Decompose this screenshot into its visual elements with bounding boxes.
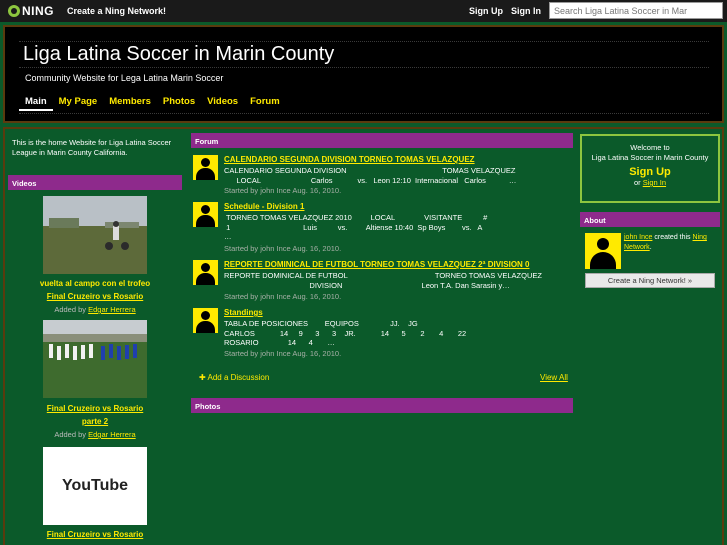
site-header: Liga Latina Soccer in Marin County Commu… xyxy=(3,25,724,123)
search-input[interactable] xyxy=(549,2,723,19)
nav-tab-photos[interactable]: Photos xyxy=(157,92,201,111)
discussion-title[interactable]: REPORTE DOMINICAL DE FUTBOL TORNEO TOMAS… xyxy=(224,260,530,269)
welcome-network-name: Liga Latina Soccer in Marin County xyxy=(591,153,709,162)
video-added-by-2: Added by Edgar Herrera xyxy=(10,430,180,439)
video-title-2-part[interactable]: parte 2 xyxy=(10,417,180,426)
discussion-excerpt: TABLA DE POSICIONES EQUIPOS JJ. JG CARLO… xyxy=(224,319,467,347)
video-title-2[interactable]: Final Cruzeiro vs Rosario xyxy=(10,404,180,413)
plus-icon: ✚ xyxy=(199,373,206,382)
video-title-3[interactable]: Final Cruzeiro vs Rosario xyxy=(10,530,180,539)
discussion-item: Schedule - Division 1 TORNEO TOMAS VELAZ… xyxy=(193,202,573,256)
topbar-sign-in-link[interactable]: Sign In xyxy=(511,6,541,16)
create-ning-network-button[interactable]: Create a Ning Network! » xyxy=(585,273,715,288)
home-intro-text: This is the home Website for Liga Latina… xyxy=(12,138,172,157)
nav-tab-forum[interactable]: Forum xyxy=(244,92,286,111)
user-avatar[interactable] xyxy=(193,260,218,285)
discussion-excerpt: REPORTE DOMINICAL DE FUTBOL TORNEO TOMAS… xyxy=(224,271,542,290)
ning-logo[interactable]: NING xyxy=(8,4,54,18)
welcome-or-sign-in: or Sign In xyxy=(582,178,718,187)
add-discussion-link[interactable]: ✚ Add a Discussion xyxy=(199,373,269,382)
discussion-meta: Started by john Ince Aug. 16, 2010. xyxy=(224,349,342,358)
discussion-title[interactable]: Standings xyxy=(224,308,263,317)
youtube-logo-text: YouTube xyxy=(61,477,129,494)
ning-logo-icon xyxy=(8,5,20,17)
header-divider xyxy=(19,41,709,42)
ning-topbar: NING Create a Ning Network! Sign Up Sign… xyxy=(0,0,727,22)
site-title[interactable]: Liga Latina Soccer in Marin County xyxy=(23,43,334,66)
videos-module-header[interactable]: Videos xyxy=(8,175,182,190)
video-author-link[interactable]: Edgar Herrera xyxy=(88,430,136,439)
photos-module-header[interactable]: Photos xyxy=(191,398,573,413)
discussion-meta: Started by john Ince Aug. 16, 2010. xyxy=(224,186,342,195)
video-author-link[interactable]: Edgar Herrera xyxy=(88,305,136,314)
discussion-excerpt: TORNEO TOMAS VELAZQUEZ 2010 LOCAL VISITA… xyxy=(224,213,488,241)
discussion-meta: Started by john Ince Aug. 16, 2010. xyxy=(224,292,342,301)
header-divider xyxy=(19,67,709,68)
topbar-sign-up-link[interactable]: Sign Up xyxy=(469,6,503,16)
welcome-to-text: Welcome to xyxy=(630,143,670,152)
video-thumbnail-1[interactable] xyxy=(43,196,147,274)
nav-tab-videos[interactable]: Videos xyxy=(201,92,244,111)
discussion-item: REPORTE DOMINICAL DE FUTBOL TORNEO TOMAS… xyxy=(193,260,573,302)
video-added-by-1: Added by Edgar Herrera xyxy=(10,305,180,314)
discussion-meta: Started by john Ince Aug. 16, 2010. xyxy=(224,244,342,253)
view-all-link[interactable]: View All xyxy=(540,373,568,382)
about-module-header[interactable]: About xyxy=(580,212,720,227)
welcome-sign-up-link[interactable]: Sign Up xyxy=(582,166,718,178)
created-this-text: created this xyxy=(654,234,691,241)
video-title-1[interactable]: Final Cruzeiro vs Rosario xyxy=(10,292,180,301)
period: . xyxy=(649,244,652,251)
added-by-label: Added by xyxy=(54,430,87,439)
ning-logo-text: NING xyxy=(22,4,54,18)
nav-tab-main[interactable]: Main xyxy=(19,92,53,111)
forum-module-header[interactable]: Forum xyxy=(191,133,573,148)
added-by-label: Added by xyxy=(54,305,87,314)
main-nav: Main My Page Members Photos Videos Forum xyxy=(19,92,286,111)
discussion-title[interactable]: CALENDARIO SEGUNDA DIVISION TORNEO TOMAS… xyxy=(224,155,475,164)
add-discussion-label: Add a Discussion xyxy=(207,373,270,382)
discussion-item: Standings TABLA DE POSICIONES EQUIPOS JJ… xyxy=(193,308,573,362)
discussion-title[interactable]: Schedule - Division 1 xyxy=(224,202,304,211)
nav-tab-members[interactable]: Members xyxy=(103,92,157,111)
video-thumbnail-3[interactable]: YouTube xyxy=(43,447,147,525)
creator-avatar[interactable] xyxy=(585,233,621,269)
discussion-item: CALENDARIO SEGUNDA DIVISION TORNEO TOMAS… xyxy=(193,155,573,197)
creator-link[interactable]: john Ince xyxy=(624,234,652,241)
site-subtitle: Community Website for Lega Latina Marin … xyxy=(25,73,224,83)
nav-divider xyxy=(19,113,709,114)
user-avatar[interactable] xyxy=(193,202,218,227)
welcome-box: Welcome to Liga Latina Soccer in Marin C… xyxy=(580,134,720,203)
discussion-excerpt: CALENDARIO SEGUNDA DIVISION TOMAS VELAZQ… xyxy=(224,166,517,185)
video-caption-1[interactable]: vuelta al campo con el trofeo xyxy=(10,279,180,288)
nav-tab-my-page[interactable]: My Page xyxy=(53,92,104,111)
user-avatar[interactable] xyxy=(193,308,218,333)
welcome-sign-in-link[interactable]: Sign In xyxy=(643,178,666,187)
create-network-link[interactable]: Create a Ning Network! xyxy=(67,6,166,16)
video-thumbnail-2[interactable] xyxy=(43,320,147,398)
about-text: john Ince created this Ning Network. xyxy=(624,233,720,253)
top-right-controls: Sign Up Sign In xyxy=(469,2,723,19)
user-avatar[interactable] xyxy=(193,155,218,180)
or-text: or xyxy=(633,178,641,187)
